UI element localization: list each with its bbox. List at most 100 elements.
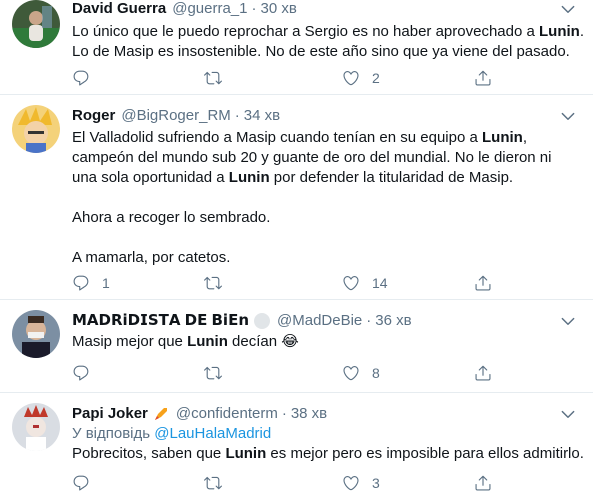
highlight-keyword: Lunin — [539, 23, 580, 40]
share-button[interactable] — [474, 273, 492, 293]
text-line: Ahora a recoger lo sembrado. — [72, 208, 577, 228]
text-line: Pobrecitos, saben que Lunin es mejor per… — [72, 444, 584, 464]
tweet-text: Pobrecitos, saben que Lunin es mejor per… — [72, 444, 584, 464]
reply-button[interactable] — [72, 68, 102, 88]
more-icon[interactable] — [559, 0, 577, 18]
author-name[interactable]: Roger — [72, 106, 115, 126]
like-button[interactable]: 3 — [342, 473, 380, 493]
text-segment: una sola oportunidad a — [72, 169, 229, 186]
avatar-circle-icon — [253, 312, 271, 330]
reply-icon — [72, 274, 90, 292]
text-line — [72, 188, 577, 208]
heart-icon — [342, 69, 360, 87]
heart-icon — [342, 474, 360, 492]
author-name[interactable]: Papi Joker — [72, 404, 148, 424]
text-line: Lo único que le puedo reprochar a Sergio… — [72, 22, 584, 42]
share-button[interactable] — [474, 68, 492, 88]
separator: · — [281, 405, 287, 422]
like-button[interactable]: 8 — [342, 363, 380, 383]
heart-icon — [342, 364, 360, 382]
tweet[interactable]: Roger @BigRoger_RM · 34 хв El Valladolid… — [0, 95, 593, 300]
timestamp[interactable]: 36 хв — [375, 311, 411, 331]
author-handle[interactable]: @MadDeBie — [277, 311, 362, 331]
text-line: Lo de Masip es insostenible. No de este … — [72, 42, 577, 62]
tweet-actions: 3 — [72, 473, 577, 493]
tweet[interactable]: Papi Joker @confidenterm · 38 хв У відпо… — [0, 393, 593, 496]
replying-to: У відповідь @LauHalaMadrid — [72, 424, 271, 444]
tweet-actions: 1 14 — [72, 273, 577, 293]
timestamp[interactable]: 34 хв — [244, 106, 280, 126]
replying-to-handle[interactable]: @LauHalaMadrid — [154, 425, 271, 442]
more-icon[interactable] — [559, 405, 577, 423]
more-icon[interactable] — [559, 312, 577, 330]
text-line: A mamarla, por catetos. — [72, 248, 577, 268]
like-count: 8 — [372, 365, 380, 381]
text-segment: campeón del mundo sub 20 y guante de oro… — [72, 149, 552, 166]
share-icon — [474, 69, 492, 87]
tweet[interactable]: David Guerra @guerra_1 · 30 хв Lo único … — [0, 0, 593, 95]
retweet-icon — [204, 474, 222, 492]
text-segment: decían 😂 — [227, 333, 299, 350]
text-line: Masip mejor que Lunin decían 😂 — [72, 332, 577, 352]
separator: · — [366, 312, 372, 329]
share-button[interactable] — [474, 473, 492, 493]
tweet-text: Masip mejor que Lunin decían 😂 — [72, 332, 577, 352]
timestamp[interactable]: 38 хв — [291, 404, 327, 424]
text-segment: es mejor pero es imposible para ellos ad… — [266, 445, 584, 462]
separator: · — [251, 0, 257, 17]
text-segment: . — [579, 23, 584, 40]
reply-button[interactable]: 1 — [72, 273, 110, 293]
text-line — [72, 228, 577, 248]
avatar[interactable] — [12, 310, 60, 358]
highlight-keyword: Lunin — [187, 333, 228, 350]
reply-icon — [72, 474, 90, 492]
highlight-keyword: Lunin — [225, 445, 267, 462]
reply-icon — [72, 69, 90, 87]
tweet-actions: 2 — [72, 68, 577, 88]
text-segment: El Valladolid sufriendo a Masip cuando t… — [72, 129, 483, 146]
text-line: una sola oportunidad a Lunin por defende… — [72, 168, 577, 188]
retweet-icon — [204, 69, 222, 87]
retweet-icon — [204, 364, 222, 382]
like-count: 2 — [372, 70, 380, 86]
retweet-button[interactable] — [204, 273, 234, 293]
more-icon[interactable] — [559, 107, 577, 125]
tweet-actions: 8 — [72, 363, 577, 383]
text-line: El Valladolid sufriendo a Masip cuando t… — [72, 128, 577, 148]
share-button[interactable] — [474, 363, 492, 383]
avatar[interactable] — [12, 105, 60, 153]
avatar[interactable] — [12, 0, 60, 48]
avatar[interactable] — [12, 403, 60, 451]
like-count: 3 — [372, 475, 380, 491]
share-icon — [474, 364, 492, 382]
rocket-emoji-icon — [152, 405, 170, 423]
separator: · — [234, 107, 240, 124]
like-button[interactable]: 14 — [342, 273, 388, 293]
retweet-icon — [204, 274, 222, 292]
share-icon — [474, 274, 492, 292]
share-icon — [474, 474, 492, 492]
tweet[interactable]: 𝗠𝗔𝗗𝗥𝗶𝗗𝗜𝗦𝗧𝗔 𝗗𝗘 𝗕𝗶𝗘𝗻 @MadDeBie · 36 хв Mas… — [0, 300, 593, 393]
timestamp[interactable]: 30 хв — [261, 0, 297, 19]
author-handle[interactable]: @guerra_1 — [172, 0, 247, 19]
text-segment: Lo único que le puedo reprochar a Sergio… — [72, 23, 539, 40]
author-name[interactable]: 𝗠𝗔𝗗𝗥𝗶𝗗𝗜𝗦𝗧𝗔 𝗗𝗘 𝗕𝗶𝗘𝗻 — [72, 311, 249, 331]
author-handle[interactable]: @confidenterm — [176, 404, 278, 424]
retweet-button[interactable] — [204, 68, 234, 88]
text-segment: Lo de Masip es insostenible. No de este … — [72, 43, 570, 60]
reply-button[interactable] — [72, 363, 102, 383]
highlight-keyword: Lunin — [228, 169, 270, 186]
retweet-button[interactable] — [204, 363, 234, 383]
like-button[interactable]: 2 — [342, 68, 380, 88]
like-count: 14 — [372, 275, 388, 291]
reply-count: 1 — [102, 275, 110, 291]
text-segment: Pobrecitos, saben que — [72, 445, 226, 462]
author-handle[interactable]: @BigRoger_RM — [121, 106, 230, 126]
heart-icon — [342, 274, 360, 292]
retweet-button[interactable] — [204, 473, 234, 493]
reply-icon — [72, 364, 90, 382]
text-segment: Masip mejor que — [72, 333, 188, 350]
reply-button[interactable] — [72, 473, 102, 493]
author-name[interactable]: David Guerra — [72, 0, 166, 19]
text-segment: A mamarla, por catetos. — [72, 249, 231, 266]
